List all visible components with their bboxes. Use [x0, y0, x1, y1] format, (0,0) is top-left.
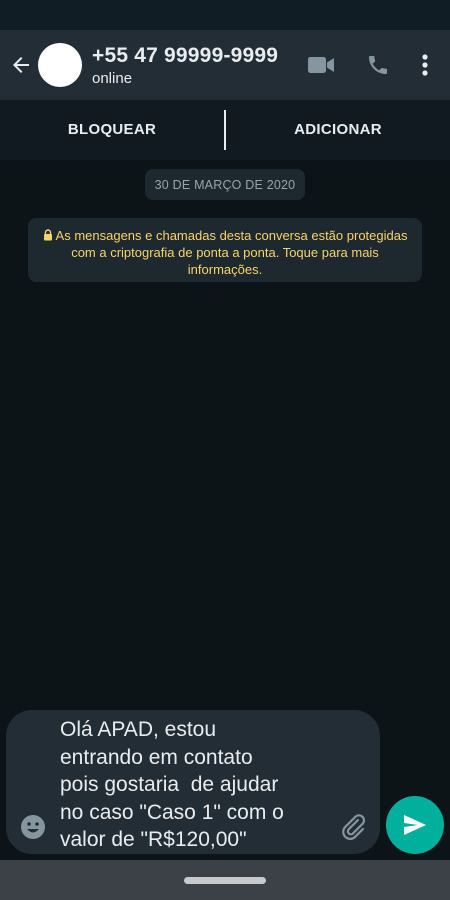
emoji-icon: [21, 815, 45, 839]
attach-button[interactable]: [338, 812, 368, 842]
lock-icon: [43, 229, 52, 241]
video-call-button[interactable]: [300, 30, 342, 100]
contact-info[interactable]: +55 47 99999-9999 online: [92, 44, 300, 87]
message-composer: Olá APAD, estou entrando em contato pois…: [6, 710, 380, 854]
chat-header: +55 47 99999-9999 online: [0, 30, 450, 100]
message-input[interactable]: Olá APAD, estou entrando em contato pois…: [60, 716, 330, 854]
status-bar: [0, 0, 450, 30]
paperclip-icon: [342, 814, 366, 840]
date-label: 30 DE MARÇO DE 2020: [154, 177, 296, 192]
phone-icon: [369, 56, 387, 74]
block-button[interactable]: BLOQUEAR: [0, 100, 224, 160]
back-button[interactable]: [4, 30, 38, 100]
encryption-notice-text: As mensagens e chamadas desta conversa e…: [55, 228, 408, 277]
video-call-icon: [308, 57, 334, 73]
send-button[interactable]: [386, 796, 444, 854]
emoji-button[interactable]: [20, 814, 46, 840]
voice-call-button[interactable]: [360, 30, 396, 100]
avatar[interactable]: [38, 43, 82, 87]
encryption-notice[interactable]: As mensagens e chamadas desta conversa e…: [28, 218, 422, 282]
more-options-button[interactable]: [414, 30, 436, 100]
add-contact-button[interactable]: ADICIONAR: [226, 100, 450, 160]
back-arrow-icon: [13, 57, 29, 73]
home-gesture-handle[interactable]: [184, 877, 266, 884]
more-vert-icon: [422, 54, 428, 76]
date-chip: 30 DE MARÇO DE 2020: [145, 169, 305, 200]
contact-status: online: [92, 69, 133, 87]
send-icon: [404, 815, 426, 835]
contact-name: +55 47 99999-9999: [92, 43, 279, 67]
unknown-contact-actions: BLOQUEAR ADICIONAR: [0, 100, 450, 160]
